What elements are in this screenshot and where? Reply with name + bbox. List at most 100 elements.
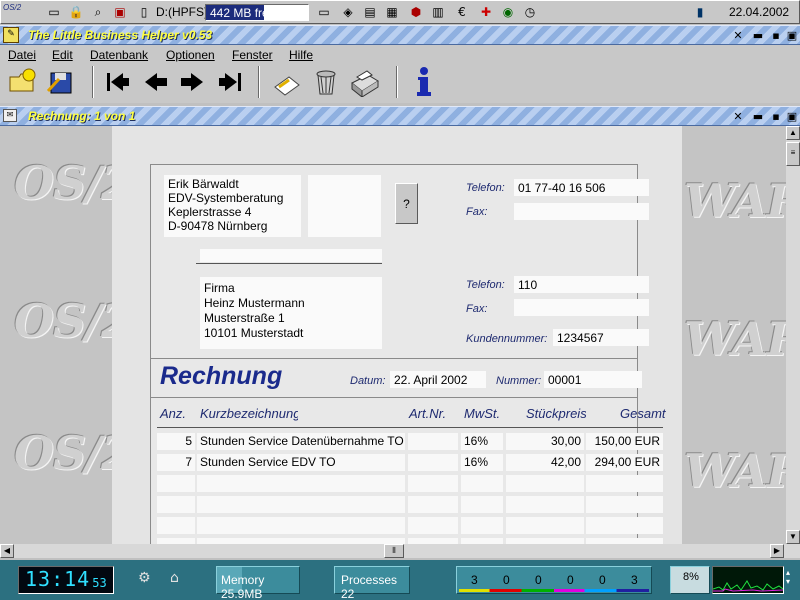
sender-fax-field[interactable]: [514, 203, 649, 220]
return-address-field[interactable]: [200, 249, 382, 262]
tray-toggle-icon[interactable]: ▭: [315, 3, 333, 21]
cell-total[interactable]: [586, 475, 663, 492]
globe-icon[interactable]: ◉: [499, 3, 517, 21]
app-hide-icon[interactable]: ▪: [768, 28, 784, 43]
menu-edit[interactable]: Edit: [52, 48, 73, 62]
document-titlebar[interactable]: ✉ Rechnung: 1 von 1 ✕ ▬ ▪ ▣: [0, 106, 800, 126]
document-minimize-icon[interactable]: ▬: [750, 109, 766, 124]
cell-unit-price[interactable]: [506, 496, 584, 513]
printer-icon[interactable]: ▥: [429, 3, 447, 21]
menu-datenbank[interactable]: Datenbank: [90, 48, 148, 62]
menu-fenster[interactable]: Fenster: [232, 48, 273, 62]
euro-icon[interactable]: €: [453, 3, 471, 21]
cell-article-number[interactable]: [408, 433, 458, 450]
new-document-icon[interactable]: [268, 64, 304, 100]
cell-unit-price[interactable]: [506, 475, 584, 492]
cell-qty[interactable]: 5: [157, 433, 195, 450]
menu-datei[interactable]: Datei: [8, 48, 36, 62]
first-record-icon[interactable]: [100, 64, 136, 100]
cell-vat[interactable]: [461, 475, 503, 492]
cell-article-number[interactable]: [408, 496, 458, 513]
cell-total[interactable]: 294,00 EUR: [586, 454, 663, 471]
document-close-icon[interactable]: ✕: [730, 109, 746, 124]
shredder-icon[interactable]: ⬢: [407, 3, 425, 21]
app-maximize-icon[interactable]: ▣: [784, 28, 800, 43]
cell-unit-price[interactable]: 42,00: [506, 454, 584, 471]
save-disk-icon[interactable]: [42, 64, 78, 100]
app-minimize-icon[interactable]: ▬: [750, 28, 766, 43]
medical-kit-icon[interactable]: ✚: [477, 3, 495, 21]
window-list-icon[interactable]: ▭: [45, 3, 63, 21]
previous-record-icon[interactable]: [138, 64, 174, 100]
toolbar-separator: [92, 66, 94, 98]
document-system-menu-icon[interactable]: ✉: [3, 109, 17, 122]
menu-optionen[interactable]: Optionen: [166, 48, 215, 62]
cell-article-number[interactable]: [408, 475, 458, 492]
cell-total[interactable]: 150,00 EUR: [586, 433, 663, 450]
app-titlebar[interactable]: ✎ The Little Business Helper v0.53 ✕ ▬ ▪…: [0, 25, 800, 45]
horizontal-scrollbar[interactable]: ◀ ⦀ ▶: [0, 544, 800, 558]
document-maximize-icon[interactable]: ▣: [784, 109, 800, 124]
cell-description[interactable]: [197, 496, 405, 513]
home-icon[interactable]: ⌂: [170, 570, 190, 590]
recipient-address[interactable]: Firma Heinz Mustermann Musterstraße 1 10…: [200, 277, 382, 349]
cell-vat[interactable]: 16%: [461, 433, 503, 450]
cell-qty[interactable]: [157, 496, 195, 513]
cell-description[interactable]: Stunden Service EDV TO: [197, 454, 405, 471]
info-icon[interactable]: [406, 64, 442, 100]
os2-logo[interactable]: OS/2: [3, 4, 39, 20]
trash-icon[interactable]: [308, 64, 344, 100]
scroll-left-icon[interactable]: ◀: [0, 544, 14, 558]
next-record-icon[interactable]: [174, 64, 210, 100]
cell-total[interactable]: [586, 496, 663, 513]
scroll-down-icon[interactable]: ▼: [786, 530, 800, 544]
invoice-number-field[interactable]: 00001: [544, 371, 642, 388]
app-close-icon[interactable]: ✕: [730, 28, 746, 43]
sender-address[interactable]: Erik Bärwaldt EDV-Systemberatung Keplers…: [164, 175, 301, 237]
cell-description[interactable]: [197, 517, 405, 534]
find-icon[interactable]: ⌕: [89, 3, 107, 21]
cell-qty[interactable]: [157, 475, 195, 492]
sender-extra-field[interactable]: [308, 175, 381, 237]
vertical-scrollbar[interactable]: ▲ ≡ ▼: [786, 126, 800, 544]
customer-number-field[interactable]: 1234567: [553, 329, 649, 346]
last-record-icon[interactable]: [212, 64, 248, 100]
recipient-fax-field[interactable]: [514, 299, 649, 316]
cell-unit-price[interactable]: [506, 517, 584, 534]
menu-hilfe[interactable]: Hilfe: [289, 48, 313, 62]
disk-icon[interactable]: ◈: [339, 3, 357, 21]
folder-icon[interactable]: ▤: [361, 3, 379, 21]
cell-article-number[interactable]: [408, 517, 458, 534]
invoice-date-field[interactable]: 22. April 2002: [390, 371, 486, 388]
print-icon[interactable]: [346, 64, 382, 100]
status-arrows-icon[interactable]: ▴ ▾: [786, 568, 798, 592]
sender-phone-field[interactable]: 01 77-40 16 506: [514, 179, 649, 196]
help-book-icon[interactable]: ▮: [691, 3, 709, 21]
help-button[interactable]: ?: [395, 183, 418, 224]
cell-article-number[interactable]: [408, 454, 458, 471]
scroll-up-icon[interactable]: ▲: [786, 126, 800, 140]
cell-total[interactable]: [586, 517, 663, 534]
document-hide-icon[interactable]: ▪: [768, 109, 784, 124]
recipient-phone-field[interactable]: 110: [514, 276, 649, 293]
clipboard-icon[interactable]: ▦: [383, 3, 401, 21]
app-system-menu-icon[interactable]: ✎: [3, 27, 19, 43]
cell-vat[interactable]: [461, 517, 503, 534]
drive-label[interactable]: D:(HPFS): [156, 5, 208, 19]
cell-qty[interactable]: [157, 517, 195, 534]
horizontal-scroll-thumb[interactable]: ⦀: [384, 544, 404, 558]
monitor-icon[interactable]: ▣: [111, 3, 129, 21]
drive-icon[interactable]: ▯: [135, 3, 153, 21]
cell-unit-price[interactable]: 30,00: [506, 433, 584, 450]
open-folder-icon[interactable]: [4, 64, 40, 100]
lock-icon[interactable]: 🔒: [67, 3, 85, 21]
cell-description[interactable]: [197, 475, 405, 492]
cell-description[interactable]: Stunden Service Datenübernahme TO: [197, 433, 405, 450]
scroll-right-icon[interactable]: ▶: [770, 544, 784, 558]
vertical-scroll-thumb[interactable]: ≡: [786, 142, 800, 166]
clock-icon[interactable]: ◷: [521, 3, 539, 21]
cell-qty[interactable]: 7: [157, 454, 195, 471]
cell-vat[interactable]: [461, 496, 503, 513]
network-icon[interactable]: ⚙: [138, 570, 158, 590]
cell-vat[interactable]: 16%: [461, 454, 503, 471]
